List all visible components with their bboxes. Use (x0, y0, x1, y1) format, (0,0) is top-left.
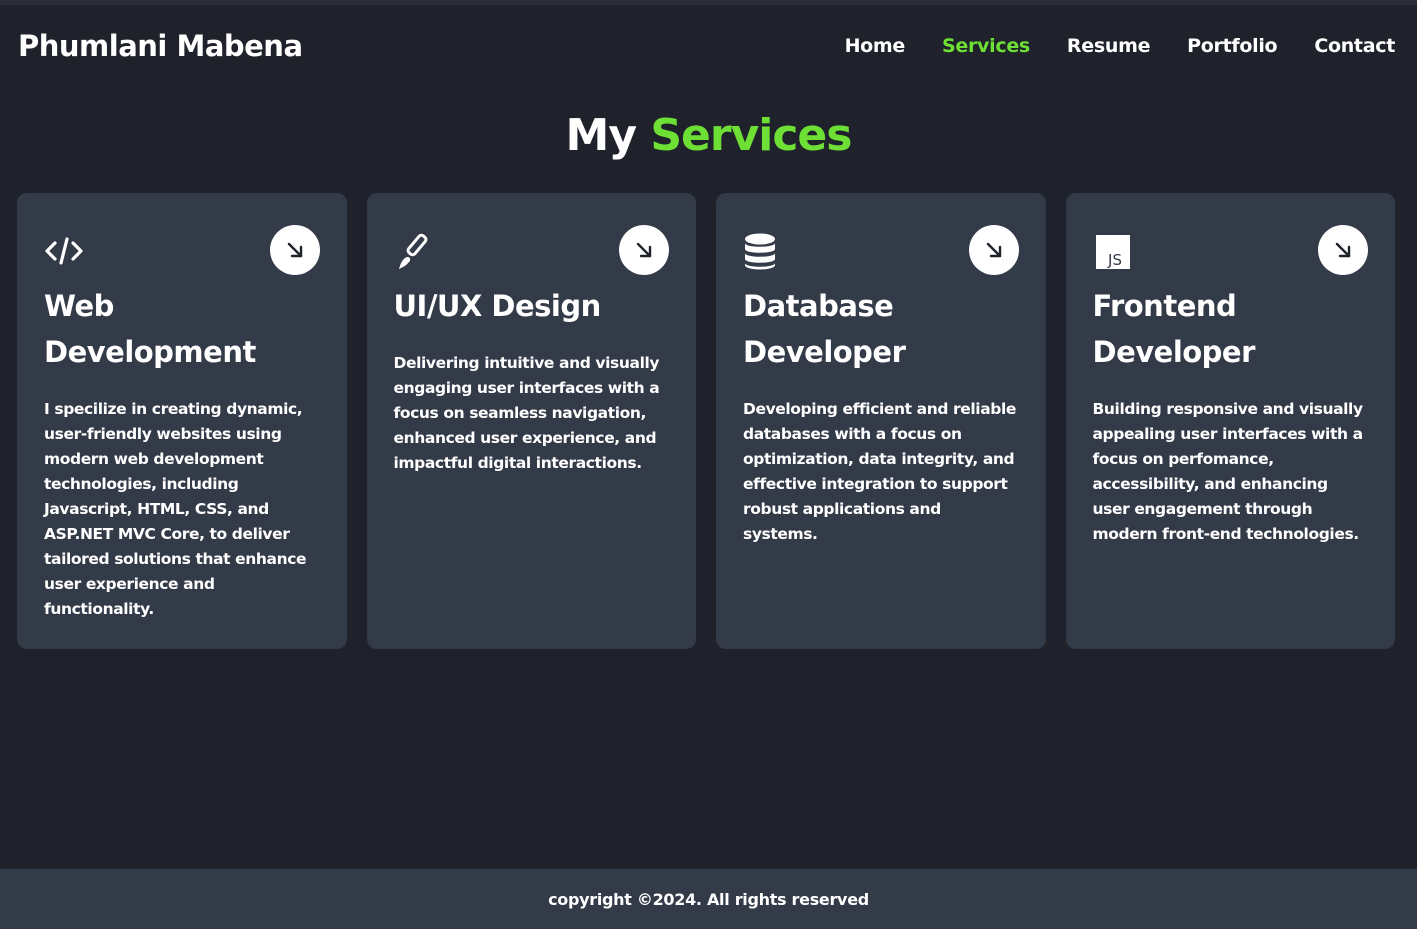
arrow-down-right-icon (986, 242, 1001, 258)
copyright-text: copyright ©2024. All rights reserved (548, 889, 869, 909)
paintbrush-icon (394, 231, 434, 271)
service-title: Web Development (44, 289, 256, 369)
service-card-ui-ux-design: UI/UX Design Delivering intuitive and vi… (366, 193, 696, 649)
brand-logo[interactable]: Phumlani Mabena (18, 29, 303, 63)
section-title: My Services (0, 110, 1417, 161)
open-service-button[interactable] (1318, 225, 1368, 275)
service-title: Database Developer (743, 289, 906, 369)
service-description: I specilize in creating dynamic, user-fr… (44, 400, 307, 618)
arrow-down-right-icon (287, 242, 302, 258)
site-header: Phumlani Mabena Home Services Resume Por… (0, 5, 1417, 91)
database-icon (743, 231, 783, 271)
section-title-accent: Services (650, 110, 852, 161)
service-card-frontend-developer: JS Frontend Developer Building responsiv… (1065, 193, 1395, 649)
service-title: Frontend Developer (1092, 289, 1256, 369)
code-icon (44, 231, 84, 271)
svg-text:JS: JS (1107, 251, 1122, 269)
arrow-down-right-icon (636, 242, 652, 258)
service-description: Delivering intuitive and visually engagi… (393, 354, 660, 472)
nav-home[interactable]: Home (845, 35, 906, 57)
service-card-database-developer: Database Developer Developing efficient … (716, 193, 1046, 649)
javascript-icon: JS (1093, 231, 1133, 271)
site-footer: copyright ©2024. All rights reserved (0, 869, 1417, 929)
nav-services[interactable]: Services (942, 35, 1030, 57)
arrow-down-right-icon (1335, 242, 1351, 258)
service-description: Developing efficient and reliable databa… (743, 400, 1017, 543)
service-card-web-development: Web Development I specilize in creating … (17, 193, 347, 649)
open-service-button[interactable] (269, 225, 320, 275)
service-title: UI/UX Design (393, 289, 602, 323)
nav-portfolio[interactable]: Portfolio (1187, 35, 1277, 57)
nav-contact[interactable]: Contact (1314, 35, 1395, 57)
services-grid: Web Development I specilize in creating … (17, 193, 1395, 649)
open-service-button[interactable] (968, 225, 1019, 275)
nav-resume[interactable]: Resume (1067, 35, 1151, 57)
main-nav: Home Services Resume Portfolio Contact (808, 35, 1396, 57)
open-service-button[interactable] (619, 225, 669, 275)
section-title-prefix: My (565, 110, 637, 161)
service-description: Building responsive and visually appeali… (1092, 400, 1364, 543)
